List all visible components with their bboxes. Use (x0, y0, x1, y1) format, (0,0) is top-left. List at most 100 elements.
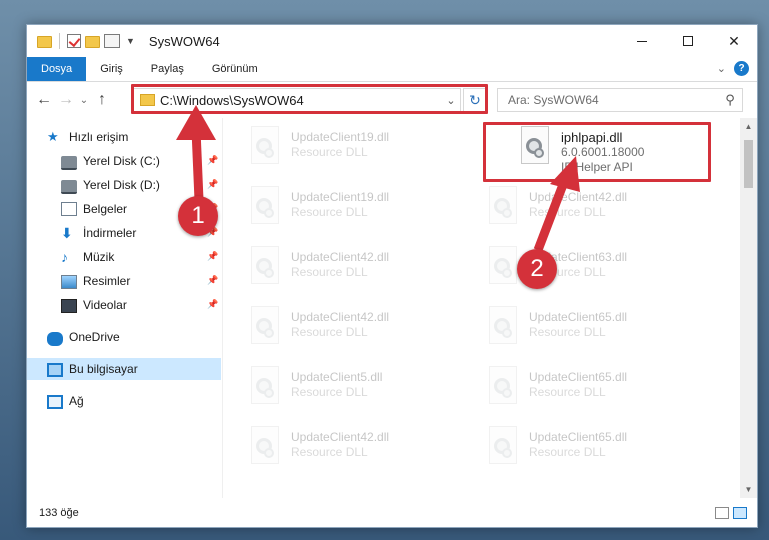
list-item[interactable]: UpdateClient65.dll Resource DLL (485, 426, 715, 474)
list-item[interactable]: UpdateClient65.dll Resource DLL (485, 366, 715, 414)
nav-item-this-pc[interactable]: Bu bilgisayar (27, 358, 221, 380)
quick-access-toolbar: ▼ (37, 33, 135, 49)
scroll-up-icon[interactable]: ▲ (740, 122, 757, 131)
item-count: 133 öğe (39, 507, 79, 519)
file-name: UpdateClient42.dll (291, 430, 390, 444)
dll-file-icon (247, 246, 281, 286)
minimize-button[interactable] (619, 25, 665, 57)
nav-quick-access[interactable]: ★ Hızlı erişim (27, 126, 221, 148)
ribbon-right-controls: ⌄ ? (717, 61, 749, 76)
file-name: UpdateClient65.dll (529, 370, 628, 384)
search-input[interactable] (498, 93, 718, 107)
drive-icon (61, 179, 77, 194)
nav-label: Resimler (83, 274, 131, 288)
nav-item-videos[interactable]: Videolar 📌 (27, 294, 221, 316)
pin-icon: 📌 (207, 299, 219, 309)
file-description: Resource DLL (291, 385, 368, 399)
up-arrow-icon[interactable]: ↑ (91, 91, 113, 109)
recent-locations-chevron-icon[interactable]: ⌄ (77, 95, 91, 106)
nav-item-drive-c[interactable]: Yerel Disk (C:) 📌 (27, 150, 221, 172)
nav-item-pictures[interactable]: Resimler 📌 (27, 270, 221, 292)
list-item[interactable]: UpdateClient19.dll Resource DLL (247, 126, 477, 174)
dll-file-icon (247, 306, 281, 346)
file-description: Resource DLL (529, 445, 606, 459)
details-view-icon[interactable] (715, 507, 729, 519)
list-item[interactable]: UpdateClient42.dll Resource DLL (247, 426, 477, 474)
close-icon: ✕ (728, 32, 740, 49)
star-icon: ★ (47, 129, 59, 144)
dll-file-icon (485, 306, 519, 346)
search-icon[interactable]: ⚲ (718, 92, 742, 108)
nav-item-onedrive[interactable]: OneDrive (27, 326, 221, 348)
onedrive-cloud-icon (47, 331, 63, 346)
back-arrow-icon[interactable]: ← (33, 91, 55, 109)
maximize-icon (683, 36, 693, 46)
list-item[interactable]: UpdateClient65.dll Resource DLL (485, 306, 715, 354)
drive-icon (61, 155, 77, 170)
file-name: UpdateClient19.dll (291, 190, 390, 204)
file-name: UpdateClient42.dll (291, 310, 390, 324)
customize-toolbar-icon[interactable] (104, 34, 120, 48)
help-icon[interactable]: ? (734, 61, 749, 76)
nav-label: İndirmeler (83, 226, 137, 240)
new-folder-icon[interactable] (85, 36, 100, 48)
folder-icon (37, 36, 52, 48)
nav-item-network[interactable]: Ağ (27, 390, 221, 412)
file-highlight-box (483, 122, 711, 182)
maximize-button[interactable] (665, 25, 711, 57)
large-icons-view-icon[interactable] (733, 507, 747, 519)
ribbon-tabs: Dosya Giriş Paylaş Görünüm ⌄ ? (27, 57, 757, 82)
nav-item-drive-d[interactable]: Yerel Disk (D:) 📌 (27, 174, 221, 196)
nav-label: Videolar (83, 298, 127, 312)
documents-icon (61, 202, 77, 216)
videos-icon (61, 298, 77, 313)
pin-icon: 📌 (207, 155, 219, 165)
tab-home[interactable]: Giriş (86, 57, 137, 81)
window-title: SysWOW64 (148, 33, 220, 49)
minimize-icon (637, 40, 647, 42)
list-item[interactable]: UpdateClient5.dll Resource DLL (247, 366, 477, 414)
list-item[interactable]: UpdateClient42.dll Resource DLL (247, 306, 477, 354)
nav-label: Bu bilgisayar (69, 362, 138, 376)
file-description: Resource DLL (529, 205, 606, 219)
file-name: UpdateClient65.dll (529, 430, 628, 444)
nav-label: Yerel Disk (D:) (83, 178, 160, 192)
toolbar-divider (59, 33, 60, 49)
window-controls: ✕ (619, 25, 757, 57)
tab-file[interactable]: Dosya (27, 57, 87, 81)
file-description: Resource DLL (291, 145, 368, 159)
nav-item-music[interactable]: ♪ Müzik 📌 (27, 246, 221, 268)
file-description: Resource DLL (529, 385, 606, 399)
expand-ribbon-chevron-icon[interactable]: ⌄ (717, 62, 726, 75)
properties-check-icon[interactable] (67, 34, 81, 48)
list-item[interactable]: UpdateClient42.dll Resource DLL (485, 186, 715, 234)
computer-icon (47, 362, 63, 377)
file-name: UpdateClient19.dll (291, 130, 390, 144)
scroll-down-icon[interactable]: ▼ (740, 485, 757, 494)
nav-label: Belgeler (83, 202, 128, 216)
list-item[interactable]: UpdateClient42.dll Resource DLL (247, 246, 477, 294)
pin-icon: 📌 (207, 275, 219, 285)
music-icon: ♪ (61, 249, 68, 265)
chevron-down-icon[interactable]: ▼ (126, 36, 135, 46)
navigation-pane: ★ Hızlı erişim Yerel Disk (C:) 📌 Yerel D… (27, 118, 223, 498)
list-item[interactable]: UpdateClient19.dll Resource DLL (247, 186, 477, 234)
file-name: UpdateClient42.dll (529, 190, 628, 204)
file-name: UpdateClient42.dll (291, 250, 390, 264)
scroll-thumb[interactable] (744, 140, 753, 188)
tab-share[interactable]: Paylaş (137, 57, 198, 81)
file-name: UpdateClient65.dll (529, 310, 628, 324)
tab-view[interactable]: Görünüm (198, 57, 272, 81)
title-bar: ▼ SysWOW64 ✕ (27, 25, 757, 57)
close-button[interactable]: ✕ (711, 25, 757, 57)
forward-arrow-icon[interactable]: → (55, 91, 77, 109)
dll-file-icon (247, 366, 281, 406)
dll-file-icon (247, 426, 281, 466)
file-description: Resource DLL (291, 205, 368, 219)
downloads-icon: ⬇ (61, 225, 73, 241)
dll-file-icon (485, 186, 519, 226)
search-box[interactable]: ⚲ (497, 88, 743, 112)
vertical-scrollbar[interactable]: ▲ ▼ (740, 118, 757, 498)
pin-icon: 📌 (207, 179, 219, 189)
file-name: UpdateClient5.dll (291, 370, 383, 384)
